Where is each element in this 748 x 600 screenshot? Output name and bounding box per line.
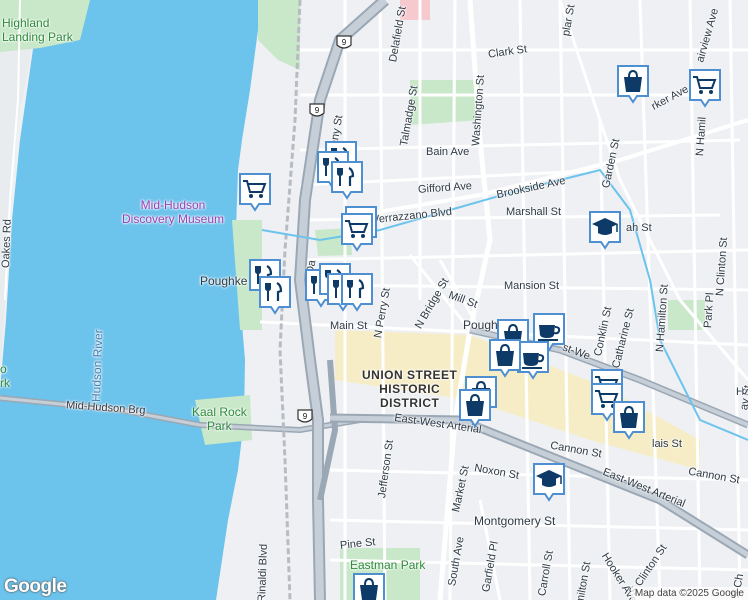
street-main-st: Main St (330, 320, 368, 332)
street-laurel-st: ah St (626, 222, 652, 234)
poughkeepsie-label-1: Poughke (200, 274, 248, 288)
restaurant-icon (331, 161, 363, 200)
school-icon (533, 463, 565, 502)
street-bain-ave: Bain Ave (426, 146, 470, 158)
route-9-shield-2: 9 (308, 102, 326, 120)
shopping-cart-icon (689, 69, 721, 108)
poi-marker-store[interactable] (616, 64, 650, 104)
eastman-park-label: Eastman Park (350, 558, 426, 572)
route-9-shield-1-text: 9 (342, 38, 347, 47)
map-canvas[interactable]: Highland Landing Park Mid-Hudson Discove… (0, 0, 748, 600)
park-fragment-label: o rk (0, 362, 10, 390)
route-9-shield-2-text: 9 (315, 106, 320, 115)
map-attribution[interactable]: Map data ©2025 Google (630, 587, 748, 600)
highland-landing-park-label: Highland Landing Park (2, 16, 73, 44)
restaurant-icon (341, 273, 373, 312)
route-9-shield-1: 9 (335, 34, 353, 52)
poughkeepsie-label-2: Pough (463, 318, 498, 332)
poi-marker-store[interactable] (458, 388, 492, 428)
street-marshall-st: Marshall St (506, 206, 562, 218)
poi-marker-store[interactable] (352, 572, 386, 600)
hudson-river-label: Hudson River (89, 329, 106, 403)
street-rinaldi-blvd: Rinaldi Blvd (256, 543, 271, 600)
shopping-bag-icon (353, 573, 385, 600)
street-park-pl: Park Pl (702, 292, 717, 329)
shopping-bag-icon (613, 401, 645, 440)
poi-marker-store[interactable] (612, 400, 646, 440)
poi-marker-restaurant[interactable] (330, 160, 364, 200)
restaurant-icon (259, 276, 291, 315)
poi-marker-grocery[interactable] (238, 172, 272, 212)
route-9-shield-3-text: 9 (303, 412, 308, 421)
poi-marker-restaurant[interactable] (258, 275, 292, 315)
poi-marker-school[interactable] (588, 210, 622, 250)
union-street-district-label: UNION STREET HISTORIC DISTRICT (362, 368, 458, 410)
school-icon (589, 211, 621, 250)
poi-marker-school[interactable] (532, 462, 566, 502)
street-oakes-rd: Oakes Rd (0, 218, 14, 269)
shopping-bag-icon (489, 339, 521, 378)
poi-marker-grocery[interactable] (340, 212, 374, 252)
poi-marker-store[interactable] (488, 338, 522, 378)
shopping-cart-icon (239, 173, 271, 212)
poi-marker-grocery[interactable] (688, 68, 722, 108)
shopping-bag-icon (459, 389, 491, 428)
route-9-shield-3: 9 (296, 408, 314, 426)
google-logo: Google (4, 576, 67, 597)
poi-marker-restaurant[interactable] (340, 272, 374, 312)
discovery-museum-label[interactable]: Mid-Hudson Discovery Museum (122, 198, 224, 226)
street-mansion-st: Mansion St (504, 280, 560, 292)
street-fragment-st: lais St (652, 438, 682, 450)
street-montgomery-st: Montgomery St (474, 514, 556, 528)
kaal-rock-park-label: Kaal Rock Park (192, 405, 247, 433)
hudson-river-water (0, 0, 265, 600)
shopping-cart-icon (341, 213, 373, 252)
shopping-bag-icon (617, 65, 649, 104)
